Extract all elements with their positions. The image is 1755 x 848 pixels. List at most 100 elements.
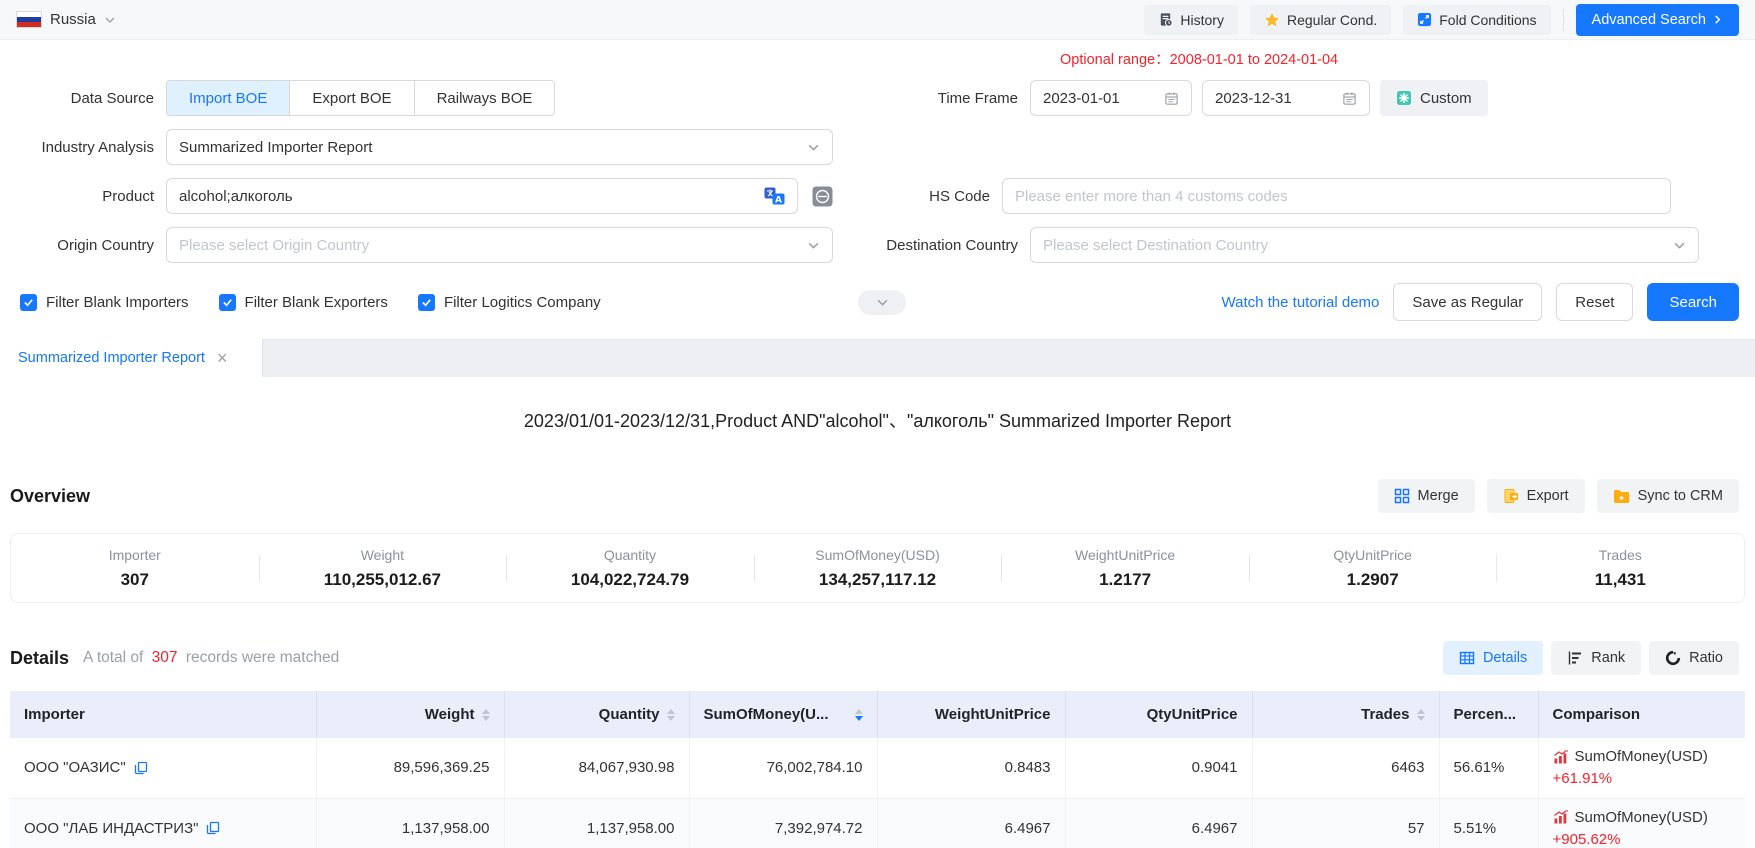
filter-logitics-company-checkbox[interactable]: Filter Logitics Company: [418, 294, 601, 311]
col-weight[interactable]: Weight: [316, 691, 504, 738]
filter-blank-importers-checkbox[interactable]: Filter Blank Importers: [20, 294, 189, 311]
copy-icon[interactable]: [134, 761, 148, 775]
report-title: 2023/01/01-2023/12/31,Product AND"alcoho…: [0, 407, 1755, 433]
industry-analysis-select[interactable]: Summarized Importer Report: [166, 129, 833, 165]
search-button[interactable]: Search: [1647, 283, 1739, 321]
origin-country-label: Origin Country: [0, 237, 166, 254]
exclude-icon[interactable]: [812, 186, 833, 207]
tab-railways-boe[interactable]: Railways BOE: [415, 81, 555, 115]
stat-label: QtyUnitPrice: [1249, 547, 1497, 563]
save-as-regular-button[interactable]: Save as Regular: [1393, 283, 1542, 321]
merge-button[interactable]: Merge: [1378, 479, 1475, 513]
checkbox-checked-icon: [20, 294, 37, 311]
data-source-tabs: Import BOE Export BOE Railways BOE: [166, 80, 555, 116]
importer-name-link[interactable]: ООО "ОАЗИС": [24, 759, 126, 776]
export-button[interactable]: Export: [1487, 479, 1585, 513]
tab-import-boe[interactable]: Import BOE: [167, 81, 290, 115]
history-label: History: [1180, 12, 1224, 28]
history-button[interactable]: History: [1144, 5, 1238, 35]
close-icon[interactable]: ×: [217, 349, 228, 367]
cell-quantity: 84,067,930.98: [504, 738, 689, 798]
view-rank-label: Rank: [1591, 650, 1625, 666]
custom-range-button[interactable]: Custom: [1380, 80, 1488, 116]
country-selector[interactable]: Russia: [16, 11, 116, 28]
product-input[interactable]: A: [166, 178, 798, 214]
filter-blank-exporters-checkbox[interactable]: Filter Blank Exporters: [219, 294, 388, 311]
stat-value: 1.2177: [1001, 570, 1249, 590]
stat-qty-unit-price: QtyUnitPrice 1.2907: [1249, 547, 1497, 590]
export-icon: [1503, 488, 1519, 504]
tutorial-demo-link[interactable]: Watch the tutorial demo: [1222, 294, 1380, 311]
checkbox-label: Filter Logitics Company: [444, 294, 601, 311]
regular-cond-button[interactable]: Regular Cond.: [1250, 5, 1391, 35]
sort-icon[interactable]: [1417, 709, 1425, 721]
origin-country-select[interactable]: Please select Origin Country: [166, 227, 833, 263]
svg-text:A: A: [775, 195, 782, 205]
time-frame-label: Time Frame: [833, 90, 1030, 107]
cell-trades: 57: [1252, 798, 1439, 848]
merge-label: Merge: [1418, 488, 1459, 504]
advanced-search-button[interactable]: Advanced Search: [1576, 4, 1739, 36]
copy-icon[interactable]: [206, 821, 220, 835]
date-to-input[interactable]: 2023-12-31: [1202, 80, 1370, 116]
industry-analysis-label: Industry Analysis: [0, 139, 166, 156]
merge-icon: [1394, 488, 1410, 504]
cell-percent: 5.51%: [1439, 798, 1538, 848]
chevron-down-icon: [876, 296, 889, 309]
fold-conditions-button[interactable]: Fold Conditions: [1403, 5, 1550, 35]
calendar-icon: [1342, 91, 1357, 106]
data-source-label: Data Source: [0, 90, 166, 107]
stat-value: 1.2907: [1249, 570, 1497, 590]
details-table: Importer Weight Quantity SumOfMoney(U...…: [10, 691, 1745, 848]
stat-value: 11,431: [1496, 570, 1744, 590]
divider: [1563, 9, 1564, 31]
comparison-metric: SumOfMoney(USD): [1575, 809, 1708, 826]
sync-to-crm-button[interactable]: Sync to CRM: [1597, 479, 1739, 513]
col-weight-unit-price: WeightUnitPrice: [877, 691, 1065, 738]
app-window: Russia History Regular Cond. Fold Condit…: [0, 0, 1755, 848]
sort-icon[interactable]: [667, 709, 675, 721]
sort-icon-active-desc[interactable]: [855, 709, 863, 721]
calendar-icon: [1164, 91, 1179, 106]
comparison-change: +905.62%: [1553, 831, 1732, 848]
destination-country-select[interactable]: Please select Destination Country: [1030, 227, 1699, 263]
cell-comparison[interactable]: SumOfMoney(USD) +905.62%: [1538, 798, 1745, 848]
sort-icon[interactable]: [482, 709, 490, 721]
col-trades[interactable]: Trades: [1252, 691, 1439, 738]
product-input-field[interactable]: [179, 188, 764, 205]
view-details-button[interactable]: Details: [1443, 641, 1543, 675]
date-from-input[interactable]: 2023-01-01: [1030, 80, 1192, 116]
tab-export-boe[interactable]: Export BOE: [290, 81, 414, 115]
table-row: ООО "ОАЗИС" 89,596,369.25 84,067,930.98 …: [10, 738, 1745, 798]
overview-stats-card: Importer 307 Weight 110,255,012.67 Quant…: [10, 533, 1745, 603]
reset-button[interactable]: Reset: [1556, 283, 1633, 321]
cell-weight: 89,596,369.25: [316, 738, 504, 798]
chevron-down-icon: [807, 239, 820, 252]
cell-comparison[interactable]: SumOfMoney(USD) +61.91%: [1538, 738, 1745, 798]
optional-range-hint: Optional range：2008-01-01 to 2024-01-04: [1060, 48, 1338, 69]
export-label: Export: [1527, 488, 1569, 504]
importer-name-link[interactable]: ООО "ЛАБ ИНДАСТРИЗ": [24, 820, 198, 837]
cell-weight: 1,137,958.00: [316, 798, 504, 848]
col-sum-of-money[interactable]: SumOfMoney(U...: [689, 691, 877, 738]
view-rank-button[interactable]: Rank: [1551, 641, 1641, 675]
hs-code-input-field[interactable]: [1015, 188, 1658, 205]
view-ratio-button[interactable]: Ratio: [1649, 641, 1739, 675]
records-matched-text: A total of 307 records were matched: [83, 649, 339, 667]
advanced-search-label: Advanced Search: [1592, 12, 1706, 28]
search-form: Optional range：2008-01-01 to 2024-01-04 …: [0, 40, 1755, 321]
stat-label: SumOfMoney(USD): [754, 547, 1002, 563]
stat-value: 110,255,012.67: [259, 570, 507, 590]
details-heading: Details: [10, 648, 69, 669]
overview-heading: Overview: [10, 486, 90, 507]
hs-code-input[interactable]: [1002, 178, 1671, 214]
star-icon: [1264, 12, 1280, 28]
fold-conditions-label: Fold Conditions: [1439, 12, 1536, 28]
translate-icon[interactable]: A: [764, 187, 785, 205]
comparison-metric: SumOfMoney(USD): [1575, 748, 1708, 765]
col-quantity[interactable]: Quantity: [504, 691, 689, 738]
tab-summarized-importer-report[interactable]: Summarized Importer Report ×: [0, 339, 263, 377]
collapse-conditions-button[interactable]: [858, 290, 906, 315]
trend-chart-icon: [1553, 749, 1569, 765]
custom-label: Custom: [1420, 90, 1472, 107]
